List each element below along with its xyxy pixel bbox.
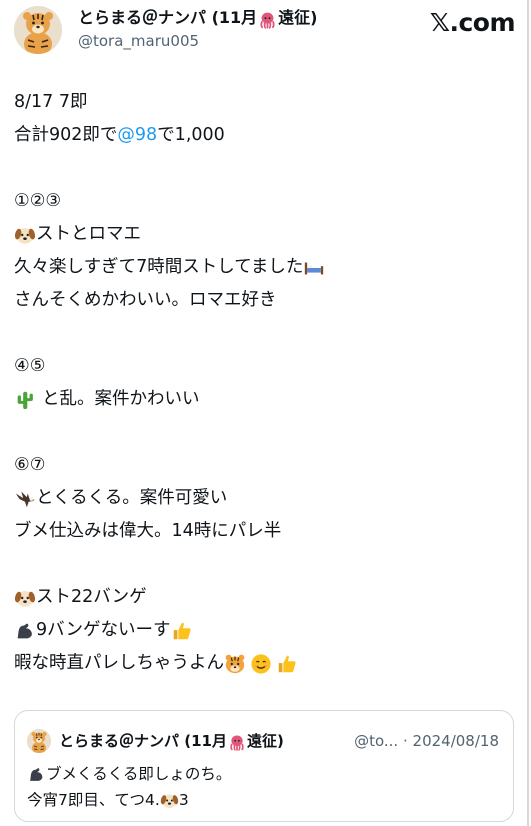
tweet-line: 9バンゲないーす	[14, 614, 514, 647]
display-name-tail: 遠征)	[278, 8, 318, 27]
octopus-icon	[228, 734, 246, 752]
line-text: で1,000	[157, 125, 225, 145]
line-text: ①②③	[14, 191, 62, 211]
user-handle[interactable]: @tora_maru005	[78, 31, 199, 51]
tweet-line: とくるくる。案件可愛い	[14, 482, 514, 515]
quoted-text: ブメくるくる即しょのち。	[46, 765, 232, 783]
flexed-bicep-icon	[27, 765, 46, 784]
line-text: ブメ仕込みは偉大。14時にパレ半	[14, 521, 282, 541]
tweet-line: 合計902即で @98 で1,000	[14, 119, 514, 152]
eagle-icon	[14, 488, 36, 510]
x-logo[interactable]: 𝕏.com	[430, 8, 516, 38]
tweet-line: ストとロマエ	[14, 218, 514, 251]
tweet-line: 暇な時直パレしちゃうよん	[14, 647, 514, 680]
quoted-date[interactable]: 2024/08/18	[413, 732, 499, 750]
line-text: 暇な時直パレしちゃうよん	[14, 653, 224, 673]
dog-face-icon	[14, 587, 36, 609]
line-text: とくるくる。案件可愛い	[36, 488, 228, 508]
tweet-line: スト22バンゲ	[14, 581, 514, 614]
quoted-text: 3	[178, 791, 189, 809]
tweet-line: と乱。案件かわいい	[14, 383, 514, 416]
mention-link[interactable]: @98	[117, 119, 157, 152]
quoted-name-text: とらまる＠ナンパ (11月	[59, 732, 227, 750]
tweet-line: ④⑤	[14, 350, 514, 383]
tweet-header: とらまる＠ナンパ (11月 遠征) @tora_maru005 𝕏.com	[14, 6, 519, 56]
line-text: ストとロマエ	[36, 224, 141, 244]
tweet-line: 久々楽しすぎて7時間ストしてました	[14, 251, 514, 284]
line-text: ④⑤	[14, 356, 46, 376]
scroll-edge	[527, 0, 529, 826]
tiger-avatar-icon	[27, 729, 51, 753]
line-text: ⑥⑦	[14, 455, 46, 475]
tweet-line: ①②③	[14, 185, 514, 218]
cactus-icon	[14, 389, 36, 411]
display-name[interactable]: とらまる＠ナンパ (11月 遠征)	[78, 8, 317, 28]
line-text: スト22バンゲ	[36, 587, 147, 607]
dog-face-icon	[14, 224, 36, 246]
line-text: 9バンゲないーす	[36, 620, 171, 640]
quoted-name-tail: 遠征)	[246, 732, 284, 750]
bed-icon	[303, 257, 325, 279]
octopus-icon	[258, 11, 277, 30]
smiling-face-icon	[250, 653, 272, 675]
line-text: 合計902即で	[14, 125, 118, 145]
thumbs-up-icon	[276, 653, 298, 675]
quoted-meta: @to... · 2024/08/18	[354, 731, 499, 751]
dog-face-icon	[160, 791, 179, 810]
tweet-line: ⑥⑦	[14, 449, 514, 482]
thumbs-up-icon	[171, 620, 193, 642]
quoted-text: 今宵7即目、てつ4.	[27, 791, 160, 809]
avatar[interactable]	[14, 6, 62, 54]
line-text: 久々楽しすぎて7時間ストしてました	[14, 257, 304, 277]
quoted-line: 今宵7即目、てつ4. 3	[27, 789, 189, 811]
tweet-line: ブメ仕込みは偉大。14時にパレ半	[14, 515, 514, 548]
display-name-text: とらまる＠ナンパ (11月	[78, 8, 258, 27]
tweet-text: 8/17 7即 合計902即で @98 で1,000 ①②③ ストとロマエ 久々楽し…	[14, 86, 514, 680]
tweet-line: さんそくめかわいい。ロマエ好き	[14, 284, 514, 317]
quoted-display-name[interactable]: とらまる＠ナンパ (11月 遠征)	[59, 731, 284, 751]
line-text: 8/17 7即	[14, 92, 88, 112]
meta-separator: ·	[402, 732, 408, 750]
tiger-face-icon	[224, 653, 246, 675]
tweet-line: 8/17 7即	[14, 86, 514, 119]
quoted-tweet-card[interactable]: とらまる＠ナンパ (11月 遠征) @to... · 2024/08/18 ブメく…	[14, 710, 514, 822]
tiger-avatar-icon	[14, 6, 62, 54]
quoted-handle[interactable]: @to...	[354, 732, 398, 750]
line-text: さんそくめかわいい。ロマエ好き	[14, 290, 277, 310]
quoted-line: ブメくるくる即しょのち。	[27, 763, 231, 785]
line-text: と乱。案件かわいい	[42, 389, 200, 409]
quoted-avatar[interactable]	[27, 729, 51, 753]
flexed-bicep-icon	[14, 620, 36, 642]
